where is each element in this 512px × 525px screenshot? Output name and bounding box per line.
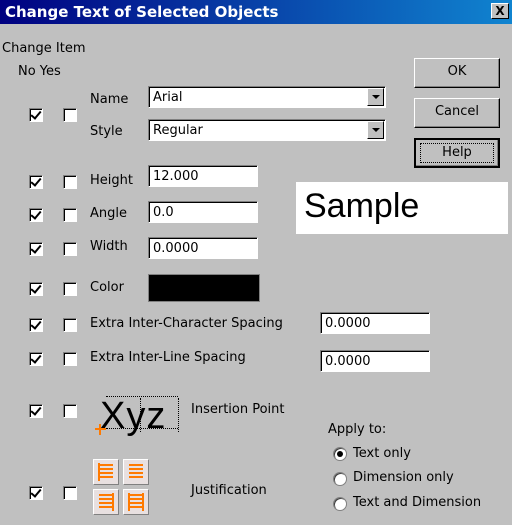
justify-right-button[interactable]: [93, 489, 119, 515]
height-input[interactable]: 12.000: [148, 165, 258, 187]
help-button[interactable]: Help: [414, 138, 500, 168]
font-name-value: Arial: [153, 90, 183, 105]
sample-preview: Sample: [296, 182, 508, 234]
line-spacing-label: Extra Inter-Line Spacing: [90, 350, 246, 365]
style-label: Style: [90, 124, 123, 139]
char-spacing-no-checkbox[interactable]: [29, 318, 43, 332]
justification-label: Justification: [191, 483, 267, 498]
justification-grid: [91, 457, 155, 521]
justify-left-button[interactable]: [93, 459, 119, 485]
insertion-no-checkbox[interactable]: [29, 404, 43, 418]
font-style-select[interactable]: Regular: [148, 119, 386, 141]
apply-text-only-radio[interactable]: [333, 447, 347, 461]
line-spacing-yes-checkbox[interactable]: [63, 352, 77, 366]
insertion-yes-checkbox[interactable]: [63, 404, 77, 418]
title-bar: Change Text of Selected Objects X: [0, 0, 512, 24]
color-yes-checkbox[interactable]: [63, 282, 77, 296]
justification-no-checkbox[interactable]: [29, 486, 43, 500]
insertion-sample-glyphs: Xyz: [100, 395, 167, 437]
height-no-checkbox[interactable]: [29, 175, 43, 189]
justify-center-button[interactable]: [123, 459, 149, 485]
apply-dimension-only-label[interactable]: Dimension only: [353, 469, 454, 487]
angle-yes-checkbox[interactable]: [63, 208, 77, 222]
change-item-label: Change Item: [2, 41, 86, 56]
color-swatch[interactable]: [148, 274, 260, 302]
top-guide: [106, 396, 178, 397]
height-label: Height: [90, 173, 133, 188]
apply-to-label: Apply to:: [328, 422, 387, 437]
char-spacing-label: Extra Inter-Character Spacing: [90, 316, 283, 331]
cancel-button[interactable]: Cancel: [414, 98, 500, 128]
name-no-checkbox[interactable]: [29, 108, 43, 122]
width-yes-checkbox[interactable]: [63, 242, 77, 256]
justify-full-button[interactable]: [123, 489, 149, 515]
apply-text-and-dimension-label[interactable]: Text and Dimension: [353, 494, 481, 512]
height-yes-checkbox[interactable]: [63, 175, 77, 189]
right-guide: [178, 398, 179, 432]
center-guide: [140, 398, 141, 432]
width-label: Width: [90, 239, 128, 254]
insertion-point-label: Insertion Point: [191, 402, 285, 417]
insertion-marker-v: [99, 424, 101, 435]
close-icon[interactable]: X: [491, 3, 509, 19]
color-no-checkbox[interactable]: [29, 282, 43, 296]
baseline-guide: [106, 428, 178, 429]
help-button-label: Help: [420, 143, 494, 163]
font-style-value: Regular: [153, 123, 203, 138]
name-label: Name: [90, 92, 129, 107]
angle-label: Angle: [90, 206, 127, 221]
chevron-down-icon[interactable]: [367, 121, 384, 139]
no-yes-label: No Yes: [18, 64, 61, 79]
color-label: Color: [90, 280, 124, 295]
apply-text-only-label[interactable]: Text only: [353, 445, 411, 463]
char-spacing-yes-checkbox[interactable]: [63, 318, 77, 332]
line-spacing-no-checkbox[interactable]: [29, 352, 43, 366]
ok-button[interactable]: OK: [414, 58, 500, 88]
name-yes-checkbox[interactable]: [63, 108, 77, 122]
font-name-select[interactable]: Arial: [148, 86, 386, 108]
apply-dimension-only-radio[interactable]: [333, 472, 347, 486]
angle-input[interactable]: 0.0: [148, 201, 258, 223]
insertion-point-picker[interactable]: Xyz: [92, 390, 188, 446]
angle-no-checkbox[interactable]: [29, 208, 43, 222]
line-spacing-input[interactable]: 0.0000: [320, 350, 430, 372]
char-spacing-input[interactable]: 0.0000: [320, 312, 430, 334]
width-no-checkbox[interactable]: [29, 242, 43, 256]
chevron-down-icon[interactable]: [367, 88, 384, 106]
apply-text-and-dimension-radio[interactable]: [333, 497, 347, 511]
window-title: Change Text of Selected Objects: [5, 3, 279, 21]
width-input[interactable]: 0.0000: [148, 237, 258, 259]
sample-text: Sample: [304, 187, 420, 225]
justification-yes-checkbox[interactable]: [63, 486, 77, 500]
